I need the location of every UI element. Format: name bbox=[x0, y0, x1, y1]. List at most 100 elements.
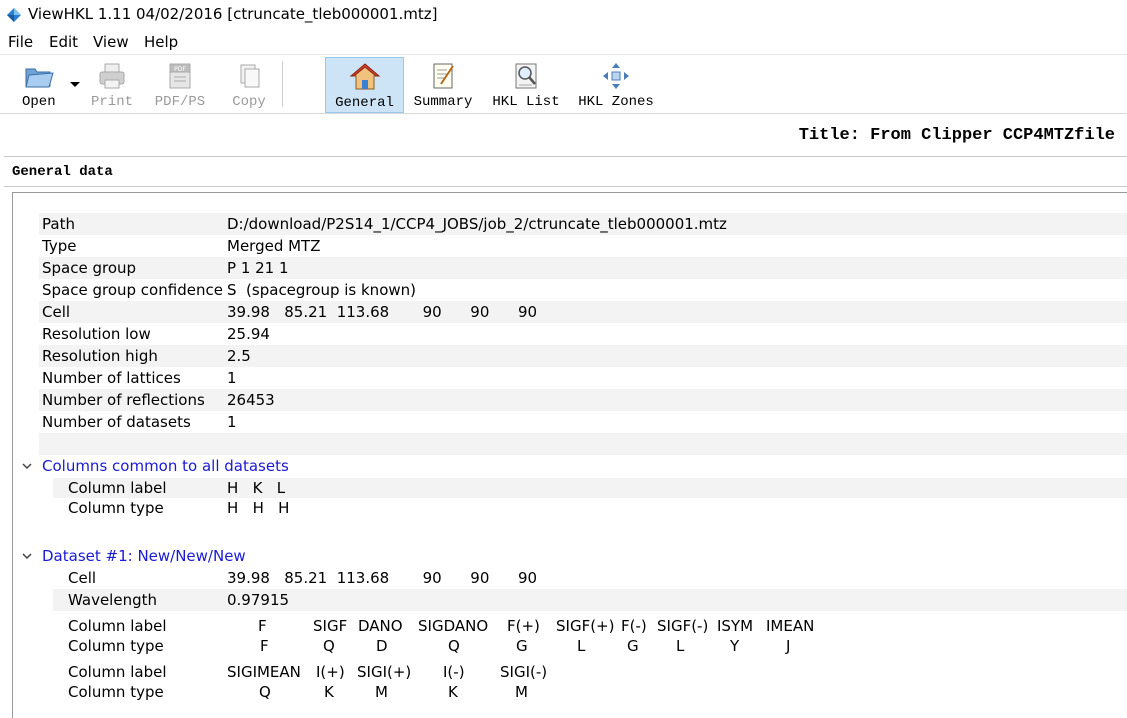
row-key: Cell bbox=[68, 569, 97, 587]
divider bbox=[4, 186, 1127, 187]
menu-help[interactable]: Help bbox=[144, 33, 178, 51]
pdf-icon: PDF bbox=[169, 63, 191, 89]
column-label-cell: SIGIMEAN bbox=[227, 663, 301, 681]
notepad-icon bbox=[433, 63, 454, 89]
menu-view[interactable]: View bbox=[93, 33, 129, 51]
row-key: Number of lattices bbox=[42, 369, 181, 387]
column-label-cell: SIGI(-) bbox=[500, 663, 548, 681]
group-title: Columns common to all datasets bbox=[42, 457, 289, 475]
row-number-of-datasets: Number of datasets 1 bbox=[39, 411, 1127, 433]
printer-icon bbox=[99, 63, 125, 89]
row-value: 2.5 bbox=[227, 347, 251, 365]
column-label-cell: SIGI(+) bbox=[357, 663, 412, 681]
row-value: H H H bbox=[227, 499, 290, 517]
copy-icon bbox=[240, 64, 260, 88]
row-key: Space group bbox=[42, 259, 137, 277]
hkl-list-label: HKL List bbox=[492, 94, 560, 110]
summary-button[interactable]: Summary bbox=[408, 57, 478, 111]
column-type-cell: K bbox=[324, 683, 334, 701]
row-value: S (spacegroup is known) bbox=[227, 281, 416, 299]
magnifier-list-icon bbox=[515, 63, 537, 89]
row-value: 0.97915 bbox=[227, 591, 290, 609]
row-space-group: Space group P 1 21 1 bbox=[39, 257, 1127, 279]
column-type-cell: M bbox=[375, 683, 388, 701]
svg-text:PDF: PDF bbox=[174, 66, 186, 73]
chevron-down-icon[interactable] bbox=[21, 455, 33, 484]
column-type-cell: K bbox=[448, 683, 458, 701]
group-title: Dataset #1: New/New/New bbox=[42, 547, 246, 565]
row-key: Column type bbox=[68, 683, 164, 701]
row-value: Merged MTZ bbox=[227, 237, 321, 255]
column-type-cell: Q bbox=[448, 637, 460, 655]
column-type-cell: L bbox=[577, 637, 586, 655]
column-type-cell: D bbox=[376, 637, 388, 655]
column-label-cell: I(-) bbox=[443, 663, 465, 681]
column-label-cell: SIGF bbox=[313, 617, 348, 635]
row-key: Resolution high bbox=[42, 347, 158, 365]
row-dataset-column-labels-1: Column label F SIGF DANO SIGDANO F(+) SI… bbox=[53, 616, 1127, 636]
row-resolution-high: Resolution high 2.5 bbox=[39, 345, 1127, 367]
row-common-column-type: Column type H H H bbox=[53, 498, 1127, 518]
column-label-cell: SIGDANO bbox=[418, 617, 489, 635]
home-icon bbox=[349, 63, 380, 90]
row-dataset-column-types-1: Column type F Q D Q G L G L Y J bbox=[53, 636, 1127, 656]
column-label-cell: DANO bbox=[358, 617, 403, 635]
print-label: Print bbox=[90, 94, 133, 110]
row-spacer bbox=[39, 433, 1127, 455]
row-key: Column type bbox=[68, 499, 164, 517]
open-folder-icon bbox=[25, 68, 54, 88]
row-key: Number of datasets bbox=[42, 413, 191, 431]
row-key: Number of reflections bbox=[42, 391, 205, 409]
row-resolution-low: Resolution low 25.94 bbox=[39, 323, 1127, 345]
row-value: 39.98 85.21 113.68 90 90 90 bbox=[227, 569, 538, 587]
column-type-cell: Y bbox=[730, 637, 740, 655]
row-key: Resolution low bbox=[42, 325, 151, 343]
general-tab-button[interactable]: General bbox=[325, 57, 404, 113]
chevron-down-icon[interactable] bbox=[21, 545, 33, 574]
menu-edit[interactable]: Edit bbox=[49, 33, 78, 51]
pdf-button[interactable]: PDF PDF/PS bbox=[150, 57, 210, 111]
menu-file[interactable]: File bbox=[8, 33, 33, 51]
copy-button[interactable]: Copy bbox=[226, 57, 272, 111]
row-space-group-confidence: Space group confidence S (spacegroup is … bbox=[39, 279, 1127, 301]
row-number-of-reflections: Number of reflections 26453 bbox=[39, 389, 1127, 411]
column-label-cell: F(+) bbox=[507, 617, 540, 635]
row-key: Column label bbox=[68, 617, 167, 635]
row-value: D:/download/P2S14_1/CCP4_JOBS/job_2/ctru… bbox=[227, 215, 727, 233]
row-value: 1 bbox=[227, 413, 237, 431]
row-key: Space group confidence bbox=[42, 281, 223, 299]
row-common-column-label: Column label H K L bbox=[53, 478, 1127, 498]
row-value: 26453 bbox=[227, 391, 275, 409]
open-dropdown-arrow[interactable] bbox=[70, 82, 80, 87]
section-title: General data bbox=[12, 164, 113, 180]
hkl-zones-button[interactable]: HKL Zones bbox=[576, 57, 656, 111]
general-data-tree[interactable]: Path D:/download/P2S14_1/CCP4_JOBS/job_2… bbox=[12, 192, 1127, 718]
group-dataset-1[interactable]: Dataset #1: New/New/New bbox=[13, 545, 1127, 567]
divider bbox=[4, 156, 1127, 157]
column-type-cell: G bbox=[627, 637, 639, 655]
toolbar-separator bbox=[282, 61, 283, 107]
open-button[interactable]: Open bbox=[8, 57, 70, 111]
column-type-cell: Q bbox=[259, 683, 271, 701]
column-type-cell: L bbox=[676, 637, 685, 655]
column-label-cell: IMEAN bbox=[766, 617, 815, 635]
row-key: Column label bbox=[68, 479, 167, 497]
row-key: Type bbox=[42, 237, 77, 255]
menu-bar: File Edit View Help bbox=[0, 30, 1127, 54]
app-icon bbox=[7, 8, 21, 22]
zones-arrows-icon bbox=[603, 63, 629, 89]
column-label-cell: ISYM bbox=[717, 617, 754, 635]
row-value: P 1 21 1 bbox=[227, 259, 289, 277]
column-label-cell: F(-) bbox=[621, 617, 647, 635]
print-button[interactable]: Print bbox=[88, 57, 136, 111]
row-dataset-column-labels-2: Column label SIGIMEAN I(+) SIGI(+) I(-) … bbox=[53, 662, 1127, 682]
title-bar: ViewHKL 1.11 04/02/2016 [ctruncate_tleb0… bbox=[0, 0, 1127, 30]
column-label-cell: I(+) bbox=[316, 663, 345, 681]
row-type: Type Merged MTZ bbox=[39, 235, 1127, 257]
group-common-columns[interactable]: Columns common to all datasets bbox=[13, 455, 1127, 477]
column-type-cell: J bbox=[786, 637, 791, 655]
row-key: Column label bbox=[68, 663, 167, 681]
row-path: Path D:/download/P2S14_1/CCP4_JOBS/job_2… bbox=[39, 213, 1127, 235]
hkl-list-button[interactable]: HKL List bbox=[488, 57, 564, 111]
row-key: Wavelength bbox=[68, 591, 157, 609]
